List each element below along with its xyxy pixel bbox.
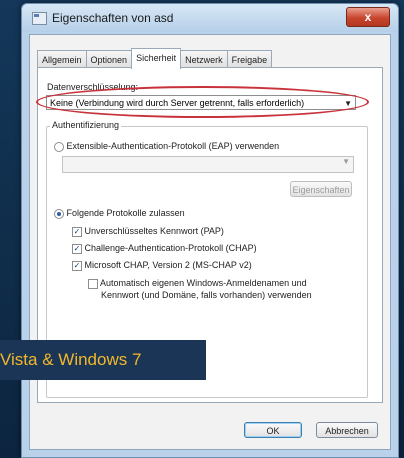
mschap-option[interactable]: ✓ Microsoft CHAP, Version 2 (MS-CHAP v2) xyxy=(72,260,252,271)
auto-windows-option[interactable]: Automatisch eigenen Windows-Anmeldenamen… xyxy=(88,278,307,289)
pap-option[interactable]: ✓ Unverschlüsseltes Kennwort (PAP) xyxy=(72,226,224,237)
dialog-body: Allgemein Optionen Sicherheit Netzwerk F… xyxy=(29,34,391,450)
tab-sicherheit[interactable]: Sicherheit xyxy=(131,48,182,69)
properties-button[interactable]: Eigenschaften xyxy=(290,181,352,197)
os-banner: Vista & Windows 7 xyxy=(0,340,206,380)
auto-windows-label-line2: Kennwort (und Domäne, falls vorhanden) v… xyxy=(101,290,312,300)
close-button[interactable]: x xyxy=(346,7,390,27)
eap-option-label: Extensible-Authentication-Protokoll (EAP… xyxy=(66,141,280,151)
auto-windows-checkbox[interactable] xyxy=(88,278,98,289)
chap-option[interactable]: ✓ Challenge-Authentication-Protokoll (CH… xyxy=(72,243,257,254)
chap-checkbox[interactable]: ✓ xyxy=(72,243,82,254)
mschap-checkbox[interactable]: ✓ xyxy=(72,260,82,271)
highlight-ellipse xyxy=(36,86,369,118)
chap-label: Challenge-Authentication-Protokoll (CHAP… xyxy=(84,243,257,253)
allow-protocols-option[interactable]: Folgende Protokolle zulassen xyxy=(54,208,185,219)
ok-button[interactable]: OK xyxy=(244,422,302,438)
tab-bar: Allgemein Optionen Sicherheit Netzwerk F… xyxy=(37,48,273,69)
pap-label: Unverschlüsseltes Kennwort (PAP) xyxy=(84,226,224,236)
cancel-button[interactable]: Abbrechen xyxy=(316,422,378,438)
mschap-label: Microsoft CHAP, Version 2 (MS-CHAP v2) xyxy=(84,260,252,270)
properties-dialog: Eigenschaften von asd x Allgemein Option… xyxy=(21,3,399,458)
dropdown-arrow-icon: ▼ xyxy=(342,157,350,166)
eap-option[interactable]: Extensible-Authentication-Protokoll (EAP… xyxy=(54,141,279,152)
allow-protocols-label: Folgende Protokolle zulassen xyxy=(66,208,185,218)
auth-group-label: Authentifizierung xyxy=(50,120,122,130)
eap-radio[interactable] xyxy=(54,141,64,152)
network-connection-icon xyxy=(32,12,47,25)
auto-windows-label-line1: Automatisch eigenen Windows-Anmeldenamen… xyxy=(100,278,307,288)
window-title: Eigenschaften von asd xyxy=(52,11,174,25)
allow-protocols-radio[interactable] xyxy=(54,208,64,219)
pap-checkbox[interactable]: ✓ xyxy=(72,226,82,237)
title-bar[interactable]: Eigenschaften von asd x xyxy=(22,4,398,32)
eap-method-select[interactable]: ▼ xyxy=(62,156,354,173)
